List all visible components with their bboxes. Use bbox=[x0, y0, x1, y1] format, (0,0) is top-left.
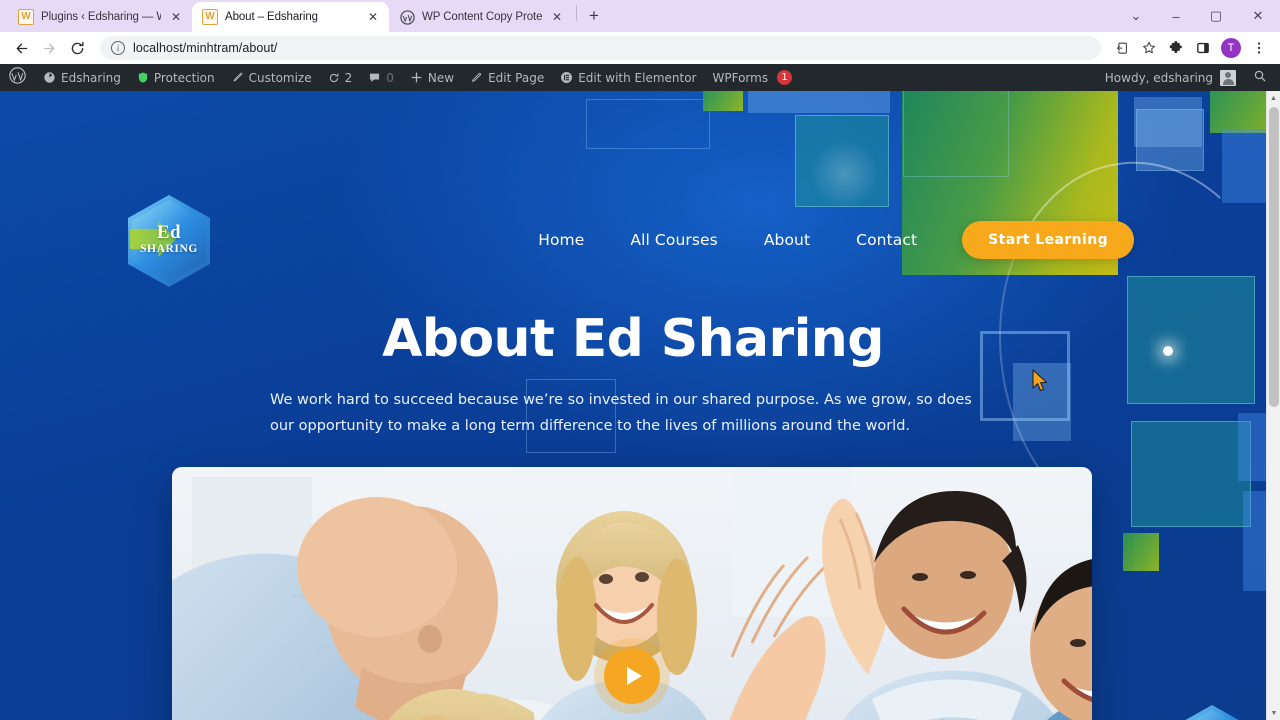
admin-bar-item-protection[interactable]: Protection bbox=[129, 64, 223, 91]
scrollbar-track[interactable] bbox=[1267, 105, 1280, 706]
mouse-cursor bbox=[1031, 369, 1049, 398]
nav-item-contact[interactable]: Contact bbox=[833, 231, 940, 249]
wordpress-icon: W bbox=[18, 9, 34, 25]
comment-icon bbox=[368, 71, 381, 84]
close-icon[interactable]: ✕ bbox=[365, 9, 381, 25]
tab-title: Plugins ‹ Edsharing — WordPress bbox=[41, 11, 161, 23]
search-icon[interactable] bbox=[1244, 69, 1276, 87]
wordpress-admin-bar: Edsharing Protection Customize 2 0 New E… bbox=[0, 64, 1280, 91]
close-icon[interactable]: ✕ bbox=[168, 9, 184, 25]
admin-bar-label: Edit with Elementor bbox=[578, 70, 697, 85]
maximize-button[interactable]: ▢ bbox=[1196, 0, 1236, 32]
forward-icon[interactable] bbox=[36, 35, 62, 61]
play-icon[interactable] bbox=[604, 648, 660, 704]
scroll-down-icon[interactable]: ▼ bbox=[1267, 706, 1280, 720]
browser-tab-about[interactable]: W About – Edsharing ✕ bbox=[192, 2, 389, 32]
site-logo[interactable]: Ed SHARING bbox=[128, 195, 210, 287]
star-icon[interactable] bbox=[1136, 35, 1162, 61]
hexagon-logo-icon: Ed SHARING bbox=[128, 195, 210, 287]
wordpress-logo-icon[interactable] bbox=[0, 67, 35, 88]
elementor-icon bbox=[560, 71, 573, 84]
close-window-button[interactable]: ✕ bbox=[1236, 0, 1280, 32]
decor-shape bbox=[1238, 413, 1266, 481]
shield-icon bbox=[137, 71, 149, 84]
admin-bar-item-edsharing[interactable]: Edsharing bbox=[35, 64, 129, 91]
window-controls: ⌄ – ▢ ✕ bbox=[1116, 0, 1280, 32]
close-icon[interactable]: ✕ bbox=[549, 9, 565, 25]
admin-bar-label: New bbox=[427, 70, 455, 85]
edit-icon bbox=[470, 71, 483, 84]
plus-icon bbox=[410, 71, 423, 84]
dashboard-icon bbox=[43, 71, 56, 84]
start-learning-button[interactable]: Start Learning bbox=[962, 221, 1134, 259]
hero-subtitle: We work hard to succeed because we’re so… bbox=[270, 392, 972, 434]
admin-bar-item-new[interactable]: New bbox=[402, 64, 462, 91]
tab-title: WP Content Copy Protection & N bbox=[422, 11, 542, 23]
tab-divider bbox=[576, 4, 577, 21]
wordpress-icon bbox=[399, 9, 415, 25]
admin-bar-label: Edit Page bbox=[488, 70, 545, 85]
user-avatar bbox=[1220, 69, 1236, 86]
hexagon-logo-icon: Ed SHARING bbox=[1174, 705, 1250, 720]
decor-shape bbox=[1123, 533, 1159, 571]
admin-bar-label: 2 bbox=[344, 70, 353, 85]
reload-icon[interactable] bbox=[64, 35, 90, 61]
status-badge: 1 bbox=[777, 70, 793, 85]
browser-tab-wp-content-copy-protection[interactable]: WP Content Copy Protection & N ✕ bbox=[389, 2, 573, 32]
browser-tab-plugins[interactable]: W Plugins ‹ Edsharing — WordPress ✕ bbox=[8, 2, 192, 32]
admin-bar-item-edit-page[interactable]: Edit Page bbox=[462, 64, 552, 91]
logo-text: Ed SHARING bbox=[128, 223, 210, 256]
decor-shape bbox=[1131, 421, 1251, 527]
browser-window: W Plugins ‹ Edsharing — WordPress ✕ W Ab… bbox=[0, 0, 1280, 720]
admin-bar-label: Edsharing bbox=[61, 70, 121, 85]
wordpress-icon: W bbox=[202, 9, 218, 25]
three-dots-icon[interactable] bbox=[1246, 35, 1272, 61]
page-viewport: Ed SHARING Home All Courses About Contac… bbox=[0, 91, 1280, 720]
pencil-icon bbox=[231, 71, 244, 84]
share-icon[interactable] bbox=[1109, 35, 1135, 61]
side-panel-icon[interactable] bbox=[1190, 35, 1216, 61]
updates-icon bbox=[328, 72, 340, 84]
address-bar[interactable]: i localhost/minhtram/about/ bbox=[100, 36, 1101, 60]
new-tab-button[interactable]: + bbox=[580, 2, 608, 30]
nav-item-about[interactable]: About bbox=[741, 231, 833, 249]
website-content: Ed SHARING Home All Courses About Contac… bbox=[0, 91, 1266, 720]
admin-bar-item-edit-with-elementor[interactable]: Edit with Elementor bbox=[552, 64, 704, 91]
minimize-button[interactable]: – bbox=[1156, 0, 1196, 32]
admin-bar-item-wpforms[interactable]: WPForms 1 bbox=[705, 64, 801, 91]
tab-search-icon[interactable]: ⌄ bbox=[1116, 0, 1156, 32]
admin-bar-howdy[interactable]: Howdy, edsharing bbox=[1097, 69, 1244, 86]
hexagon-inner bbox=[1178, 710, 1246, 720]
admin-bar-item-customize[interactable]: Customize bbox=[223, 64, 320, 91]
browser-toolbar: i localhost/minhtram/about/ T bbox=[0, 32, 1280, 64]
avatar[interactable]: T bbox=[1221, 38, 1241, 58]
main-navigation: Home All Courses About Contact Start Lea… bbox=[515, 221, 1134, 259]
back-icon[interactable] bbox=[8, 35, 34, 61]
logo-bottom-text: SHARING bbox=[140, 243, 198, 255]
site-watermark-logo: Ed SHARING bbox=[1174, 705, 1250, 720]
admin-bar-label: WPForms bbox=[712, 70, 769, 85]
logo-top-text: Ed bbox=[156, 222, 182, 243]
admin-bar-item-comments[interactable]: 0 bbox=[360, 64, 402, 91]
howdy-label: Howdy, edsharing bbox=[1104, 70, 1213, 85]
site-header: Ed SHARING Home All Courses About Contac… bbox=[0, 91, 1266, 287]
url-text: localhost/minhtram/about/ bbox=[133, 41, 278, 55]
scroll-up-icon[interactable]: ▲ bbox=[1267, 91, 1280, 105]
tab-title: About – Edsharing bbox=[225, 11, 318, 23]
admin-bar-label: Customize bbox=[248, 70, 312, 85]
nav-item-all-courses[interactable]: All Courses bbox=[607, 231, 740, 249]
admin-bar-right: Howdy, edsharing bbox=[1097, 64, 1280, 91]
page-scrollbar[interactable]: ▲ ▼ bbox=[1266, 91, 1280, 720]
scrollbar-thumb[interactable] bbox=[1269, 107, 1279, 407]
admin-bar-item-updates[interactable]: 2 bbox=[320, 64, 361, 91]
site-info-icon[interactable]: i bbox=[111, 41, 125, 55]
nav-item-home[interactable]: Home bbox=[515, 231, 607, 249]
decor-shape bbox=[1243, 491, 1266, 591]
puzzle-icon[interactable] bbox=[1163, 35, 1189, 61]
tab-strip: W Plugins ‹ Edsharing — WordPress ✕ W Ab… bbox=[0, 0, 1280, 32]
admin-bar-label: 0 bbox=[386, 70, 394, 85]
admin-bar-label: Protection bbox=[153, 70, 215, 85]
toolbar-actions: T bbox=[1109, 35, 1272, 61]
page-title: About Ed Sharing bbox=[382, 309, 884, 369]
